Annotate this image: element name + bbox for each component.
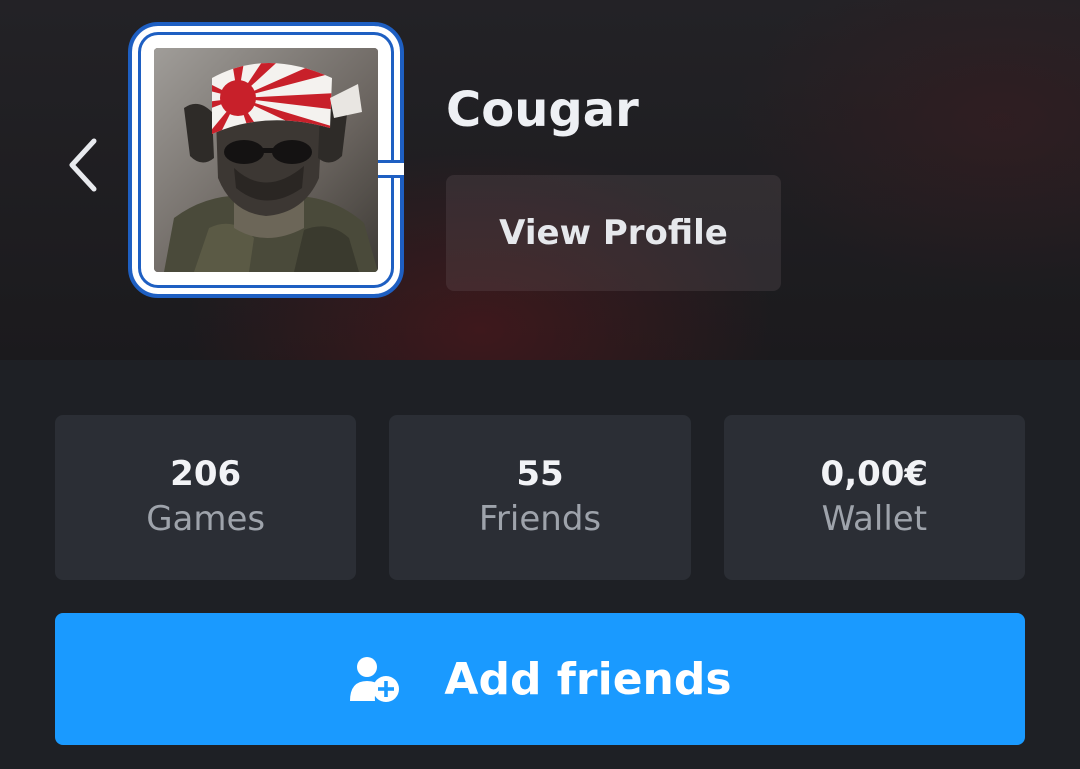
add-friends-label: Add friends [444,653,732,705]
stat-card-wallet[interactable]: 0,00€ Wallet [723,415,1025,580]
add-friends-button[interactable]: Add friends [55,613,1025,745]
view-profile-button[interactable]: View Profile [446,175,781,291]
avatar-frame-notch [378,160,404,178]
back-button[interactable] [58,130,108,200]
stat-value: 0,00€ [820,453,929,494]
stat-value: 206 [170,453,242,494]
chevron-left-icon [69,138,97,192]
avatar-frame[interactable] [128,22,404,298]
stat-label: Friends [478,498,602,539]
stat-card-games[interactable]: 206 Games [55,415,357,580]
username: Cougar [446,82,639,138]
avatar [154,48,378,272]
stat-card-friends[interactable]: 55 Friends [389,415,691,580]
stats-row: 206 Games 55 Friends 0,00€ Wallet [55,415,1025,580]
stat-label: Games [146,498,266,539]
stat-label: Wallet [821,498,928,539]
profile-header: Cougar View Profile [0,0,1080,360]
user-plus-icon [350,657,400,702]
stat-value: 55 [516,453,564,494]
